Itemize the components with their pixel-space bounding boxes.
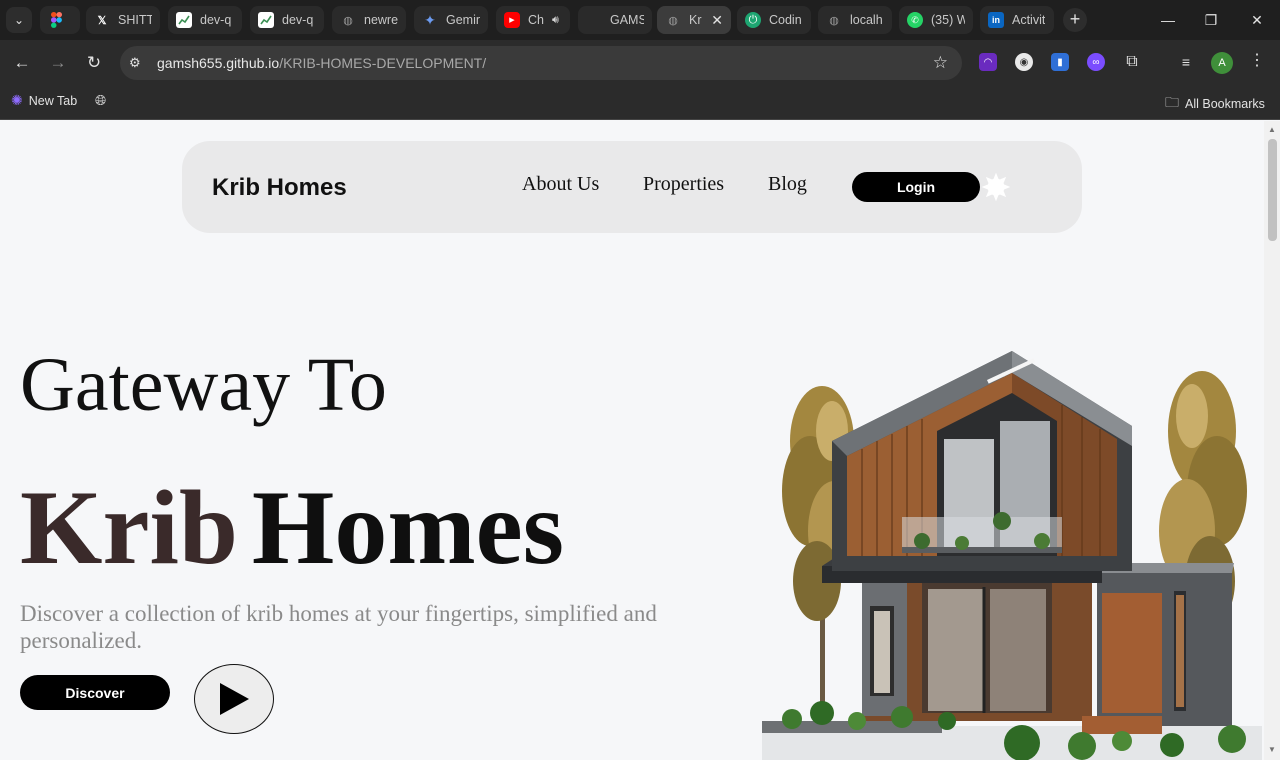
globe-icon: 🌐︎ bbox=[95, 92, 107, 108]
tab-youtube[interactable]: ▶ Ch 🔊︎ bbox=[496, 6, 570, 34]
page-viewport: Krib Homes About Us Properties Blog Logi… bbox=[0, 121, 1264, 760]
bookmark-globe[interactable]: 🌐︎ bbox=[95, 92, 106, 109]
page-scrollbar[interactable]: ▲ ▼ bbox=[1264, 121, 1280, 760]
scrollbar-thumb[interactable] bbox=[1268, 139, 1277, 241]
media-control-icon[interactable]: ≡ bbox=[1177, 53, 1195, 71]
globe-icon: ◍ bbox=[343, 14, 353, 27]
modern-house-illustration bbox=[762, 351, 1262, 760]
new-tab-bookmark-icon: ✺ bbox=[11, 92, 23, 108]
extension-circle-icon[interactable]: ◉ bbox=[1015, 53, 1033, 71]
hero-homes: Homes bbox=[251, 469, 564, 586]
tab-linkedin[interactable]: in Activit bbox=[980, 6, 1054, 34]
hero-subtitle: Discover a collection of krib homes at y… bbox=[20, 601, 657, 653]
sheet-icon bbox=[176, 12, 192, 28]
folder-icon: 🗀 bbox=[1165, 94, 1179, 110]
tab-title: localh bbox=[850, 13, 883, 27]
tab-title: dev-q bbox=[200, 13, 232, 27]
forward-icon[interactable]: → bbox=[46, 51, 70, 75]
url-path: /KRIB-HOMES-DEVELOPMENT/ bbox=[279, 55, 487, 71]
tab-title: dev-q bbox=[282, 13, 314, 27]
bookmark-label: New Tab bbox=[28, 93, 78, 108]
login-button[interactable]: Login bbox=[852, 172, 980, 202]
tab-whatsapp[interactable]: ✆ (35) W bbox=[899, 6, 973, 34]
globe-icon: ◍ bbox=[668, 14, 678, 27]
tab-krib-homes-active[interactable]: ◍ Kr ✕ bbox=[657, 6, 731, 34]
all-bookmarks[interactable]: 🗀 All Bookmarks bbox=[1165, 92, 1265, 116]
play-video-button[interactable] bbox=[194, 664, 274, 734]
tab-search-icon[interactable]: ⌄ bbox=[6, 7, 32, 33]
brand-logo[interactable]: Krib Homes bbox=[212, 174, 347, 202]
hero-heading-line1: Gateway To bbox=[20, 343, 387, 427]
close-window-icon[interactable]: ✕ bbox=[1234, 0, 1280, 40]
all-bookmarks-label: All Bookmarks bbox=[1185, 97, 1265, 111]
tab-title: Codin bbox=[769, 13, 802, 27]
tab-figma[interactable] bbox=[40, 6, 80, 34]
scroll-down-icon[interactable]: ▼ bbox=[1268, 745, 1276, 754]
minimize-icon[interactable]: — bbox=[1145, 0, 1191, 40]
nav-about-us[interactable]: About Us bbox=[522, 173, 599, 196]
site-info-icon[interactable]: ⚙ bbox=[129, 55, 145, 71]
nav-properties[interactable]: Properties bbox=[643, 173, 724, 196]
extension-doc-icon[interactable]: ▮ bbox=[1051, 53, 1069, 71]
url-host: gamsh655.github.io bbox=[157, 55, 280, 71]
profile-avatar[interactable]: A bbox=[1211, 52, 1233, 74]
discover-button[interactable]: Discover bbox=[20, 675, 170, 710]
tab-newre[interactable]: ◍ newre bbox=[332, 6, 406, 34]
tab-title: Kr bbox=[689, 13, 702, 27]
scroll-up-icon[interactable]: ▲ bbox=[1268, 125, 1276, 134]
figma-icon bbox=[48, 12, 64, 28]
tab-title: Ch bbox=[528, 13, 544, 27]
extension-loop-icon[interactable]: ∞ bbox=[1087, 53, 1105, 71]
x-icon: 𝕏 bbox=[97, 14, 107, 27]
tab-dev-q-2[interactable]: dev-q bbox=[250, 6, 324, 34]
tab-localhost[interactable]: ◍ localh bbox=[818, 6, 892, 34]
tab-x[interactable]: 𝕏 SHITTU bbox=[86, 6, 160, 34]
tab-strip: ⌄ 𝕏 SHITTU dev-q dev-q ◍ newre ✦ Gemin ▶… bbox=[0, 0, 1280, 40]
tab-title: GAMS bbox=[610, 13, 644, 27]
close-tab-icon[interactable]: ✕ bbox=[711, 12, 723, 29]
extensions-puzzle-icon[interactable]: ⧉ bbox=[1123, 53, 1141, 71]
restore-icon[interactable]: ❐ bbox=[1188, 0, 1234, 40]
linkedin-icon: in bbox=[988, 12, 1004, 28]
play-icon bbox=[220, 683, 249, 715]
tab-title: SHITTU bbox=[118, 13, 152, 27]
bookmark-new-tab[interactable]: ✺ New Tab bbox=[11, 92, 77, 109]
back-icon[interactable]: ← bbox=[10, 51, 34, 75]
whatsapp-icon: ✆ bbox=[907, 12, 923, 28]
url-text: gamsh655.github.io/KRIB-HOMES-DEVELOPMEN… bbox=[157, 55, 486, 71]
address-bar[interactable]: ⚙ gamsh655.github.io/KRIB-HOMES-DEVELOPM… bbox=[120, 46, 962, 80]
youtube-icon: ▶ bbox=[504, 12, 520, 28]
globe-icon: ◍ bbox=[829, 14, 839, 27]
tab-gams[interactable]: GAMS bbox=[578, 6, 652, 34]
browser-menu-icon[interactable]: ⋮ bbox=[1249, 50, 1265, 70]
sheet-icon bbox=[258, 12, 274, 28]
codin-icon: ⏻ bbox=[745, 12, 761, 28]
bookmark-star-icon[interactable]: ☆ bbox=[933, 53, 948, 73]
tab-dev-q-1[interactable]: dev-q bbox=[168, 6, 242, 34]
tab-title: Gemin bbox=[446, 13, 480, 27]
tab-title: newre bbox=[364, 13, 398, 27]
gemini-icon: ✦ bbox=[424, 11, 436, 28]
new-tab-button[interactable]: + bbox=[1063, 8, 1087, 32]
tab-coding[interactable]: ⏻ Codin bbox=[737, 6, 811, 34]
hero-krib: Krib bbox=[20, 469, 238, 586]
blank-icon bbox=[586, 12, 602, 28]
speaker-icon[interactable]: 🔊︎ bbox=[552, 14, 559, 27]
site-navbar: Krib Homes About Us Properties Blog Logi… bbox=[182, 141, 1082, 233]
extension-meter-icon[interactable]: ◠ bbox=[979, 53, 997, 71]
nav-blog[interactable]: Blog bbox=[768, 173, 807, 196]
tab-gemini[interactable]: ✦ Gemin bbox=[414, 6, 488, 34]
hero-heading-line2: Krib Homes bbox=[20, 475, 564, 581]
tab-title: (35) W bbox=[931, 13, 965, 27]
theme-toggle-sun-icon[interactable] bbox=[982, 173, 1010, 201]
reload-icon[interactable]: ↻ bbox=[82, 51, 106, 75]
tab-title: Activit bbox=[1012, 13, 1046, 27]
bookmarks-bar bbox=[0, 86, 1280, 120]
